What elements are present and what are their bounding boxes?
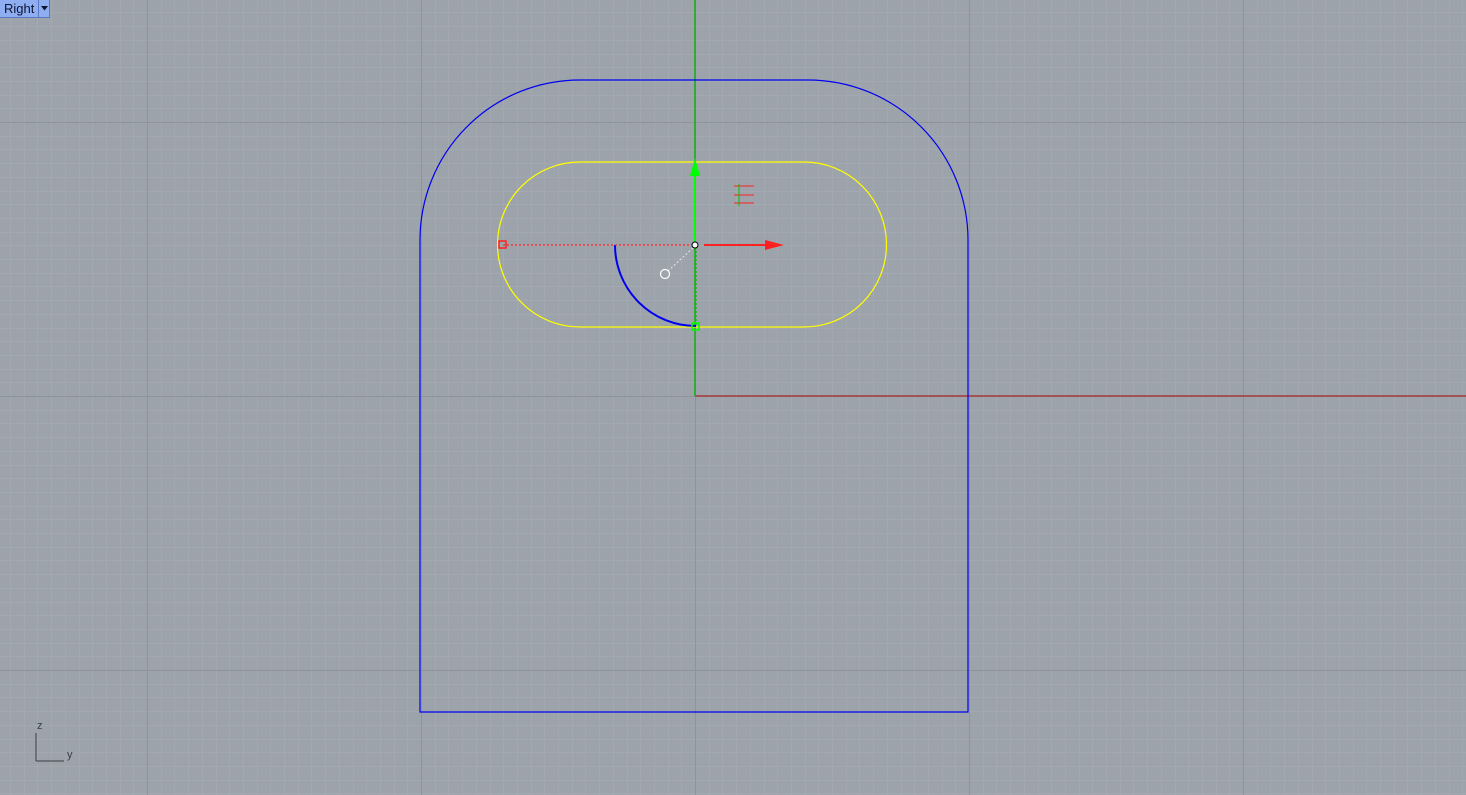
axis-label-y: y (67, 749, 73, 761)
viewport-title[interactable]: Right (0, 0, 38, 17)
minor-grid (0, 0, 1466, 795)
viewport-canvas[interactable] (0, 0, 1466, 795)
gumball-x-arrow-icon[interactable] (765, 240, 784, 250)
major-grid (0, 0, 1466, 795)
chevron-down-icon[interactable] (38, 0, 49, 17)
axis-label-z: z (37, 720, 43, 732)
gumball-center-handle[interactable] (691, 241, 699, 249)
gumball-y-arrow-icon[interactable] (690, 158, 700, 176)
axis-orientation-icon (35, 733, 64, 762)
viewport-right[interactable]: Right z y (0, 0, 1466, 795)
viewport-title-tab[interactable]: Right (0, 0, 51, 18)
